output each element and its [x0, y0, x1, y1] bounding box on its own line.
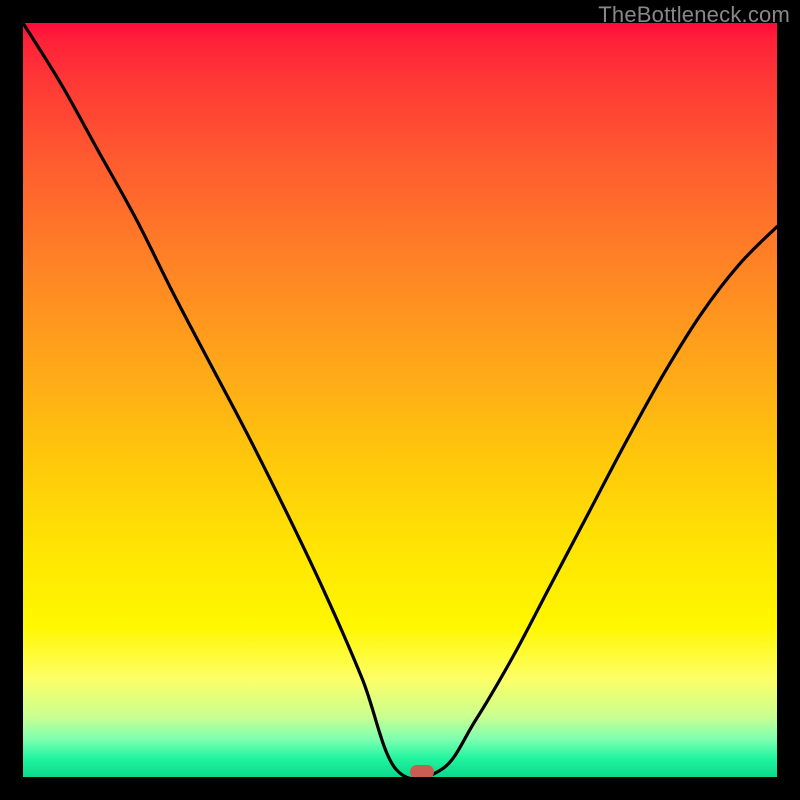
bottleneck-marker [410, 765, 434, 777]
chart-frame: TheBottleneck.com [0, 0, 800, 800]
watermark-text: TheBottleneck.com [598, 2, 790, 28]
curve-svg [23, 23, 777, 777]
bottleneck-curve [23, 23, 777, 777]
plot-area [23, 23, 777, 777]
